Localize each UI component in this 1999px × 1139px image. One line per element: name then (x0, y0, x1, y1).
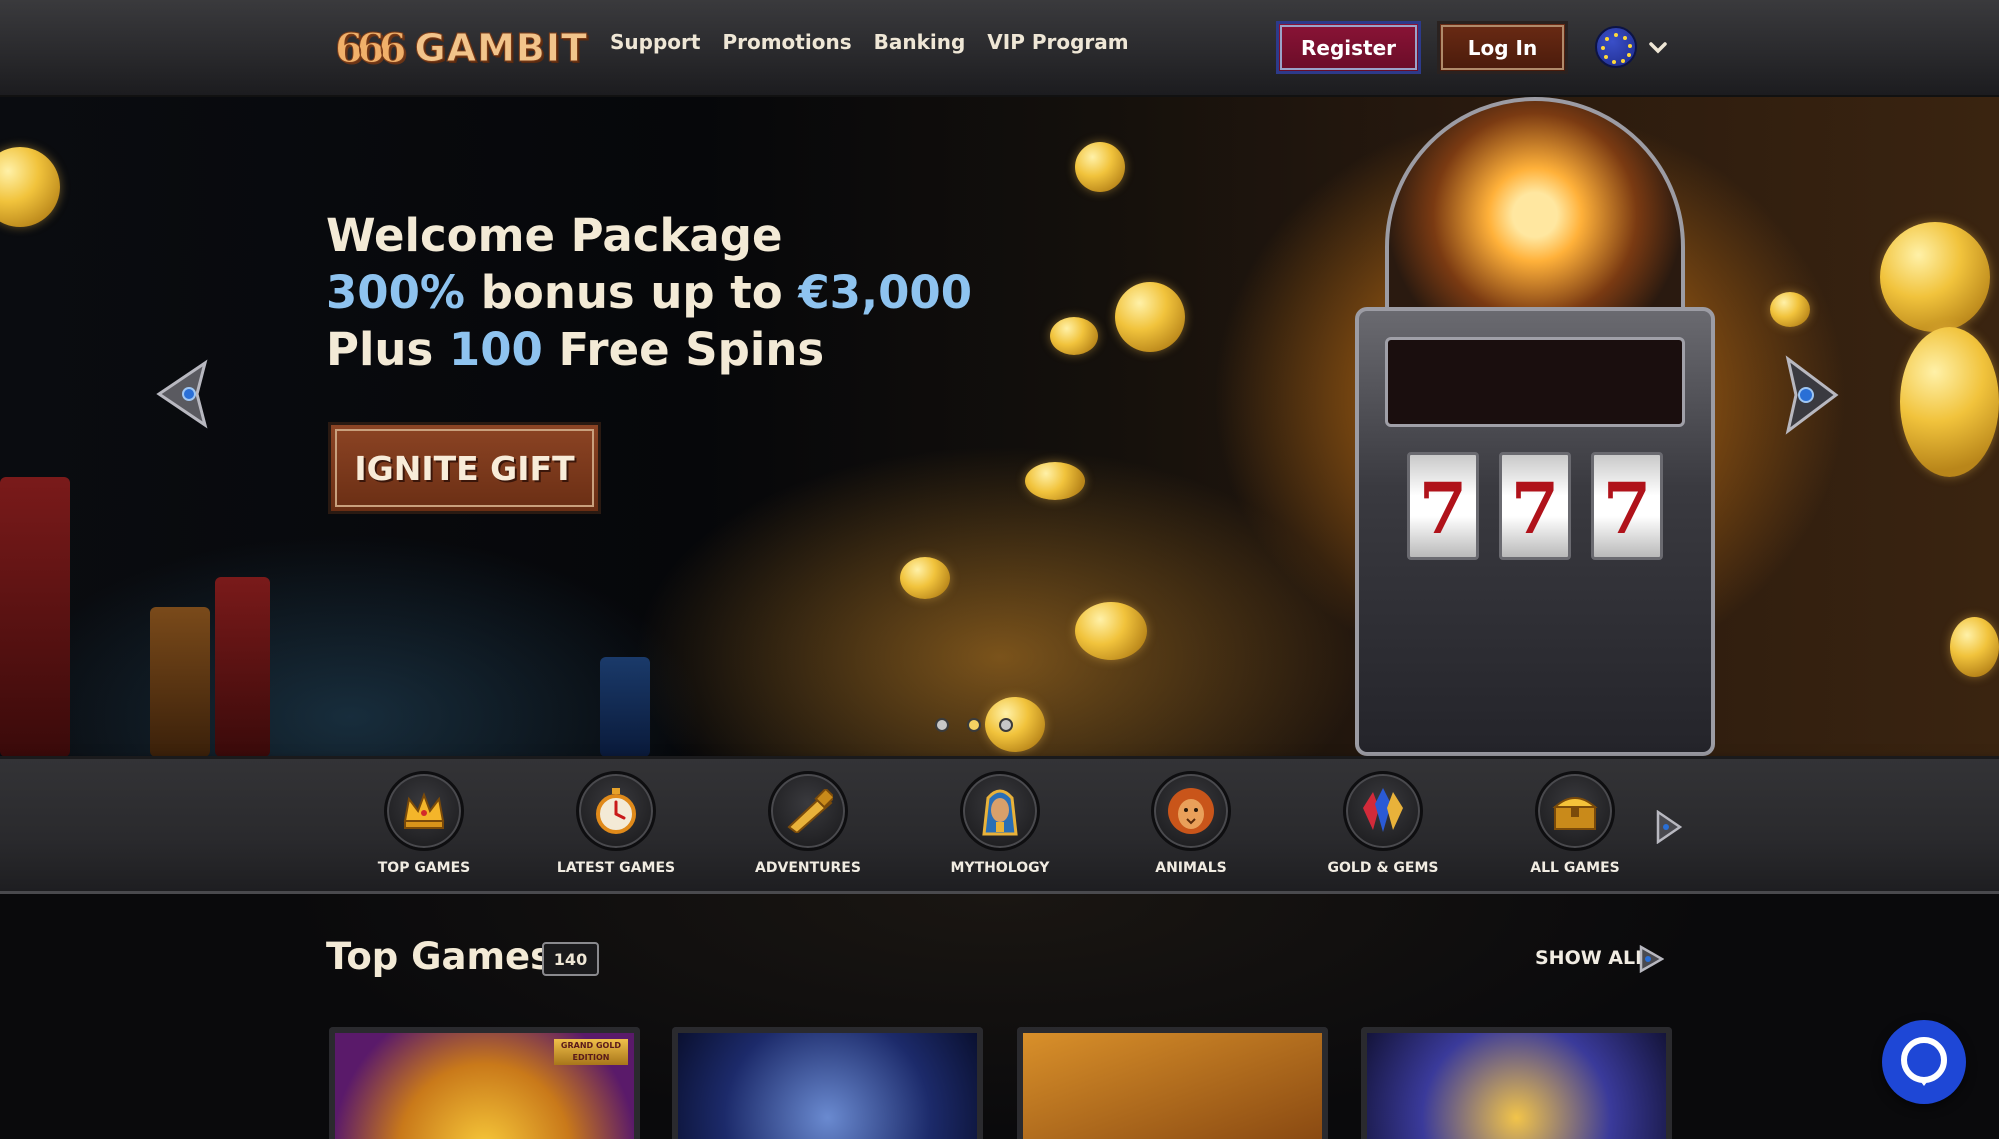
slot-screen (1385, 337, 1685, 427)
nav-support[interactable]: Support (610, 30, 700, 54)
carousel-dot[interactable] (967, 718, 981, 732)
hero-banner: 7 7 7 Welcome Package 300% bonus up to €… (0, 97, 1999, 756)
hero-line-2: 300% bonus up to €3,000 (326, 266, 973, 319)
gold-coin (900, 557, 950, 599)
chip-stack (0, 477, 70, 756)
category-gold-gems[interactable]: GOLD & GEMS (1308, 771, 1458, 876)
login-button[interactable]: Log In (1437, 21, 1568, 74)
category-all-games[interactable]: ALL GAMES (1500, 771, 1650, 876)
site-header: 666 GAMBIT Support Promotions Banking VI… (0, 0, 1999, 97)
chevron-down-icon[interactable] (1648, 38, 1668, 58)
section-title: Top Games (326, 935, 553, 978)
gold-coin (1115, 282, 1185, 352)
category-top-games[interactable]: TOP GAMES (349, 771, 499, 876)
slot-crown (1385, 97, 1685, 312)
live-chat-button[interactable] (1882, 1020, 1966, 1104)
ignite-gift-button[interactable]: IGNITE GIFT (328, 422, 601, 514)
show-all-link[interactable]: SHOW ALL (1535, 947, 1647, 969)
game-card[interactable] (672, 1027, 983, 1139)
gold-coin (1050, 317, 1098, 355)
hero-headline: Welcome Package 300% bonus up to €3,000 … (326, 207, 972, 378)
gold-coin (0, 147, 60, 227)
logo-wordmark: GAMBIT (414, 26, 588, 71)
gold-coin (1950, 617, 1999, 677)
stopwatch-icon (576, 771, 656, 851)
game-card[interactable] (1017, 1027, 1328, 1139)
reel: 7 (1407, 452, 1479, 560)
nav-banking[interactable]: Banking (874, 30, 966, 54)
reel: 7 (1591, 452, 1663, 560)
slot-machine-art: 7 7 7 (1355, 97, 1715, 756)
gold-coin (1025, 462, 1085, 500)
crown-icon (384, 771, 464, 851)
register-button[interactable]: Register (1276, 21, 1421, 74)
gold-coin (1900, 327, 1999, 477)
game-card[interactable]: GRAND GOLD EDITION (329, 1027, 640, 1139)
arrow-right-icon[interactable] (1638, 945, 1664, 973)
treasure-chest-icon (1535, 771, 1615, 851)
gold-coin (1075, 602, 1147, 660)
hero-line-3: Plus 100 Free Spins (326, 323, 825, 376)
spyglass-icon (768, 771, 848, 851)
eu-flag-icon[interactable] (1595, 26, 1637, 68)
top-games-section: Top Games 140 SHOW ALL GRAND GOLD EDITIO… (0, 894, 1999, 1139)
edition-badge: GRAND GOLD EDITION (554, 1039, 628, 1065)
category-latest-games[interactable]: LATEST GAMES (541, 771, 691, 876)
carousel-dot[interactable] (999, 718, 1013, 732)
games-count-badge: 140 (542, 942, 599, 976)
chat-bubble-icon (1901, 1037, 1947, 1086)
category-bar: TOP GAMES LATEST GAMES ADVENTURES MYTHOL… (0, 756, 1999, 894)
gold-coin (1770, 292, 1810, 327)
nav-promotions[interactable]: Promotions (722, 30, 851, 54)
logo-mark: 666 (335, 24, 407, 72)
carousel-dot[interactable] (935, 718, 949, 732)
category-mythology[interactable]: MYTHOLOGY (925, 771, 1075, 876)
main-nav: Support Promotions Banking VIP Program (610, 30, 1129, 54)
category-animals[interactable]: ANIMALS (1116, 771, 1266, 876)
hero-line-1: Welcome Package (326, 209, 783, 262)
site-logo[interactable]: 666 GAMBIT (335, 20, 588, 76)
chip-stack (600, 657, 650, 756)
category-adventures[interactable]: ADVENTURES (733, 771, 883, 876)
category-next-icon[interactable] (1654, 810, 1682, 844)
nav-vip-program[interactable]: VIP Program (987, 30, 1128, 54)
gold-coin (1880, 222, 1990, 332)
chip-stack (215, 577, 270, 756)
carousel-dots (935, 718, 1013, 732)
game-card[interactable] (1361, 1027, 1672, 1139)
gold-coin (1075, 142, 1125, 192)
reel: 7 (1499, 452, 1571, 560)
carousel-prev-icon[interactable] (153, 359, 213, 429)
carousel-next-icon[interactable] (1780, 355, 1840, 435)
lion-icon (1151, 771, 1231, 851)
gems-icon (1343, 771, 1423, 851)
pharaoh-icon (960, 771, 1040, 851)
chip-stack (150, 607, 210, 756)
